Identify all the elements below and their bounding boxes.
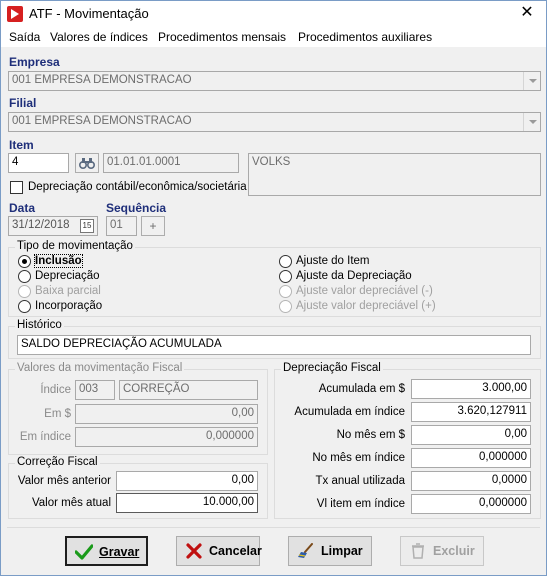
vl-item-indice-label: Vl item em índice bbox=[316, 498, 405, 510]
limpar-button[interactable]: Limpar bbox=[288, 536, 372, 566]
valores-mov-fiscal-title: Valores da movimentação Fiscal bbox=[15, 362, 185, 374]
calendar-icon[interactable]: 15 bbox=[80, 219, 94, 233]
menu-valores-indices[interactable]: Valores de índices bbox=[50, 30, 148, 44]
empresa-label: Empresa bbox=[9, 55, 60, 69]
empresa-select[interactable]: 001 EMPRESA DEMONSTRACAO bbox=[8, 71, 541, 91]
chevron-down-icon[interactable] bbox=[523, 113, 540, 131]
radio-baixa-parcial-label: Baixa parcial bbox=[35, 285, 101, 297]
indice-code-field: 003 bbox=[75, 380, 115, 400]
radio-inclusao[interactable] bbox=[18, 255, 31, 268]
vl-item-indice-input[interactable]: 0,000000 bbox=[411, 494, 531, 514]
menu-procedimentos-auxiliares[interactable]: Procedimentos auxiliares bbox=[298, 30, 432, 44]
radio-ajuste-valor-menos-label: Ajuste valor depreciável (-) bbox=[296, 285, 433, 297]
radio-ajuste-valor-mais-label: Ajuste valor depreciável (+) bbox=[296, 300, 436, 312]
filial-label: Filial bbox=[9, 96, 37, 110]
binoculars-icon[interactable] bbox=[75, 153, 99, 173]
excluir-label: Excluir bbox=[433, 544, 475, 558]
menu-saida[interactable]: Saída bbox=[9, 30, 40, 44]
radio-inclusao-label: Inclusão bbox=[34, 254, 83, 268]
x-icon bbox=[186, 543, 202, 559]
no-mes-indice-input[interactable]: 0,000000 bbox=[411, 448, 531, 468]
tipo-movimentacao-title: Tipo de movimentação bbox=[15, 240, 135, 252]
radio-baixa-parcial[interactable] bbox=[18, 285, 31, 298]
acumulada-rs-input[interactable]: 3.000,00 bbox=[411, 379, 531, 399]
cancelar-button[interactable]: Cancelar bbox=[176, 536, 262, 566]
em-indice-label: Em índice bbox=[19, 431, 71, 443]
title-bar: ATF - Movimentação ✕ bbox=[1, 1, 546, 27]
radio-ajuste-valor-menos[interactable] bbox=[279, 285, 292, 298]
filial-select[interactable]: 001 EMPRESA DEMONSTRACAO bbox=[8, 112, 541, 132]
historico-input[interactable]: SALDO DEPRECIAÇÃO ACUMULADA bbox=[17, 335, 531, 355]
valor-mes-anterior-input[interactable]: 0,00 bbox=[116, 471, 258, 491]
plus-icon[interactable]: + bbox=[141, 216, 165, 236]
indice-name-field: CORREÇÃO bbox=[119, 380, 258, 400]
indice-label: Índice bbox=[40, 384, 71, 396]
no-mes-indice-label: No mês em índice bbox=[312, 452, 405, 464]
radio-depreciacao[interactable] bbox=[18, 270, 31, 283]
excluir-button[interactable]: Excluir bbox=[400, 536, 484, 566]
broom-icon bbox=[298, 543, 313, 558]
radio-incorporacao-label: Incorporação bbox=[35, 300, 103, 312]
historico-title: Histórico bbox=[15, 319, 64, 331]
tx-anual-label: Tx anual utilizada bbox=[315, 475, 406, 487]
radio-depreciacao-label: Depreciação bbox=[35, 270, 100, 282]
item-number-input[interactable]: 4 bbox=[8, 153, 69, 173]
em-rs-field: 0,00 bbox=[75, 404, 258, 424]
acumulada-rs-label: Acumulada em $ bbox=[318, 383, 405, 395]
em-rs-label: Em $ bbox=[44, 408, 71, 420]
no-mes-rs-input[interactable]: 0,00 bbox=[411, 425, 531, 445]
gravar-button[interactable]: Gravar bbox=[65, 536, 148, 566]
divider bbox=[7, 527, 540, 528]
em-indice-field: 0,000000 bbox=[75, 427, 258, 447]
data-value: 31/12/2018 bbox=[12, 219, 70, 231]
chevron-down-icon[interactable] bbox=[523, 72, 540, 90]
empresa-value: 001 EMPRESA DEMONSTRACAO bbox=[12, 74, 192, 86]
depreciacao-checkbox[interactable] bbox=[10, 181, 23, 194]
radio-ajuste-item-label: Ajuste do Item bbox=[296, 255, 370, 267]
valor-mes-anterior-label: Valor mês anterior bbox=[17, 475, 111, 487]
menu-bar: Saída Valores de índices Procedimentos m… bbox=[1, 27, 546, 47]
item-code-field: 01.01.01.0001 bbox=[103, 153, 239, 173]
close-icon[interactable]: ✕ bbox=[514, 3, 540, 23]
sequencia-input[interactable]: 01 bbox=[106, 216, 137, 236]
radio-ajuste-depreciacao[interactable] bbox=[279, 270, 292, 283]
tx-anual-input[interactable]: 0,0000 bbox=[411, 471, 531, 491]
acumulada-indice-input[interactable]: 3.620,127911 bbox=[411, 402, 531, 422]
radio-ajuste-depreciacao-label: Ajuste da Depreciação bbox=[296, 270, 412, 282]
radio-incorporacao[interactable] bbox=[18, 300, 31, 313]
filial-value: 001 EMPRESA DEMONSTRACAO bbox=[12, 115, 192, 127]
sequencia-label: Sequência bbox=[106, 201, 167, 215]
acumulada-indice-label: Acumulada em índice bbox=[294, 406, 405, 418]
menu-procedimentos-mensais[interactable]: Procedimentos mensais bbox=[158, 30, 286, 44]
cancelar-label: Cancelar bbox=[209, 544, 262, 558]
item-label: Item bbox=[9, 138, 34, 152]
data-input[interactable]: 31/12/2018 15 bbox=[8, 216, 98, 236]
check-icon bbox=[75, 544, 93, 560]
app-icon bbox=[7, 6, 23, 22]
valor-mes-atual-label: Valor mês atual bbox=[31, 497, 111, 509]
window-title: ATF - Movimentação bbox=[29, 6, 149, 21]
gravar-label: Gravar bbox=[99, 545, 140, 559]
radio-ajuste-valor-mais[interactable] bbox=[279, 300, 292, 313]
no-mes-rs-label: No mês em $ bbox=[336, 429, 405, 441]
main-window: ATF - Movimentação ✕ Saída Valores de ín… bbox=[0, 0, 547, 576]
recycle-icon bbox=[412, 543, 424, 559]
valor-mes-atual-input[interactable]: 10.000,00 bbox=[116, 493, 258, 513]
item-description-field: VOLKS bbox=[248, 153, 541, 196]
correcao-fiscal-title: Correção Fiscal bbox=[15, 456, 100, 468]
limpar-label: Limpar bbox=[321, 544, 363, 558]
radio-ajuste-item[interactable] bbox=[279, 255, 292, 268]
depreciacao-fiscal-title: Depreciação Fiscal bbox=[281, 362, 383, 374]
depreciacao-checkbox-label: Depreciação contábil/econômica/societári… bbox=[28, 181, 247, 193]
data-label: Data bbox=[9, 201, 36, 215]
